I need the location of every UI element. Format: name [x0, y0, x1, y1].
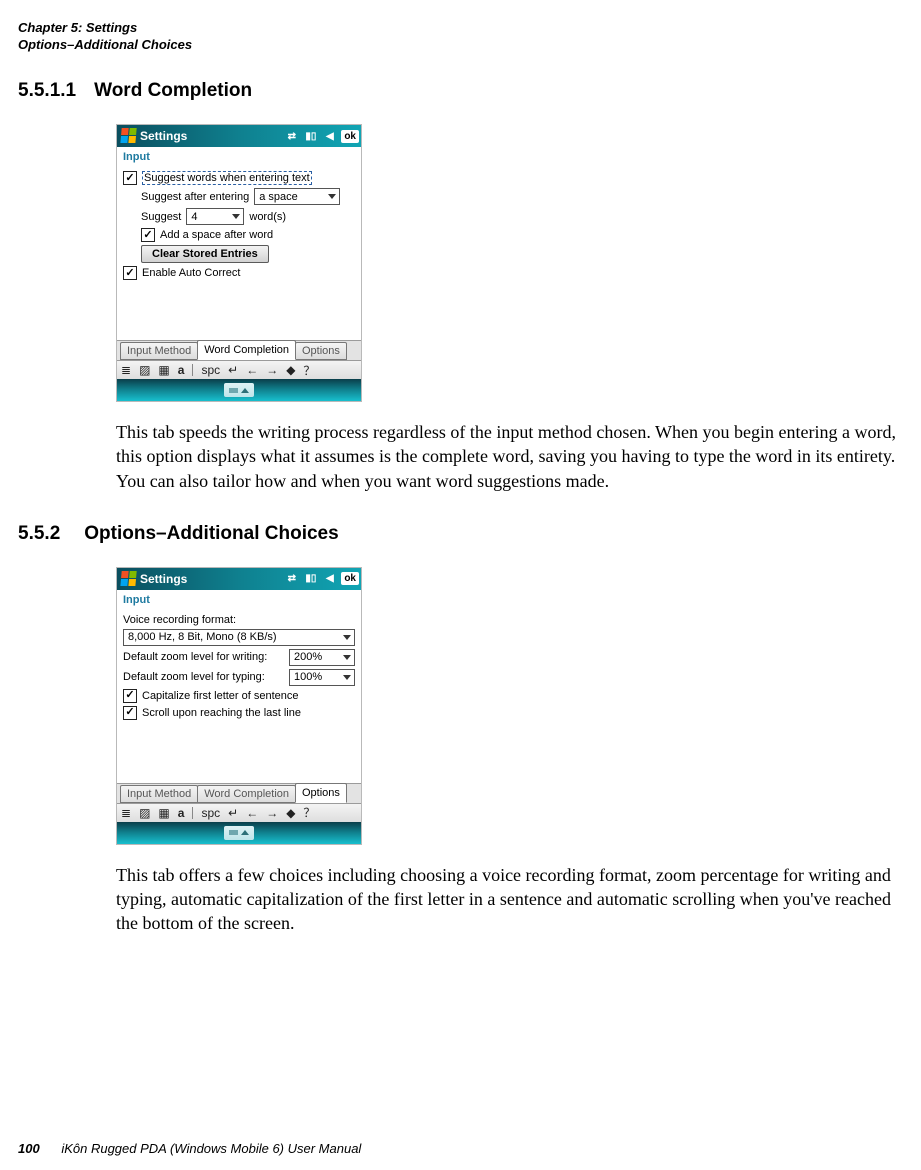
- sip-strike-icon-2[interactable]: ▨: [139, 806, 150, 820]
- page-number: 100: [18, 1141, 40, 1156]
- wm-title: Settings: [140, 129, 279, 143]
- tab-input-method-2[interactable]: Input Method: [120, 785, 198, 803]
- add-space-label: Add a space after word: [160, 229, 273, 241]
- tab-bar-2: Input Method Word Completion Options: [117, 783, 361, 803]
- sip-bar: ≣ ▨ ▦ a spc ↵ ← → ◆ ？: [117, 360, 361, 379]
- sip-bar-2: ≣ ▨ ▦ a spc ↵ ← → ◆ ？: [117, 803, 361, 822]
- sip-left-key[interactable]: ←: [246, 363, 258, 377]
- sip-separator: [192, 364, 193, 376]
- heading-word-completion: 5.5.1.1 Word Completion: [18, 80, 903, 102]
- section-1-body: This tab speeds the writing process rega…: [116, 420, 903, 493]
- sip-space-key[interactable]: spc: [201, 363, 220, 377]
- panel-title: Input: [117, 147, 361, 165]
- sip-help-icon[interactable]: ？: [303, 362, 315, 379]
- ok-button[interactable]: ok: [341, 130, 359, 143]
- tab-options[interactable]: Options: [295, 342, 347, 360]
- sip-enter-key[interactable]: ↵: [228, 363, 238, 377]
- wm-appbar: [117, 379, 361, 401]
- sip-space-key-2[interactable]: spc: [201, 806, 220, 820]
- auto-correct-label: Enable Auto Correct: [142, 267, 240, 279]
- suggest-count-label: Suggest: [141, 211, 181, 223]
- connectivity-icon-2[interactable]: ⇄: [285, 572, 298, 585]
- panel-title-2: Input: [117, 590, 361, 608]
- sip-list-icon[interactable]: ≣: [121, 363, 131, 377]
- volume-icon-2[interactable]: ◀: [323, 572, 336, 585]
- start-icon-2[interactable]: [120, 571, 137, 587]
- suggest-after-label: Suggest after entering: [141, 191, 249, 203]
- wm-titlebar-2: Settings ⇄ ▮▯ ◀ ok: [117, 568, 361, 590]
- sip-right-key[interactable]: →: [266, 363, 278, 377]
- panel-content-2: Voice recording format: 8,000 Hz, 8 Bit,…: [117, 608, 361, 783]
- ok-button-2[interactable]: ok: [341, 572, 359, 585]
- typing-zoom-select[interactable]: 100%: [289, 669, 355, 686]
- sip-enter-key-2[interactable]: ↵: [228, 806, 238, 820]
- tab-options-2[interactable]: Options: [295, 783, 347, 803]
- sip-separator-2: [192, 807, 193, 819]
- signal-icon[interactable]: ▮▯: [304, 130, 317, 143]
- sip-back-key-2[interactable]: ◆: [286, 806, 295, 820]
- section-2-body: This tab offers a few choices including …: [116, 863, 903, 936]
- heading-number: 5.5.1.1: [18, 80, 76, 101]
- signal-icon-2[interactable]: ▮▯: [304, 572, 317, 585]
- sip-back-key[interactable]: ◆: [286, 363, 295, 377]
- heading-number-2: 5.5.2: [18, 523, 60, 544]
- tab-input-method[interactable]: Input Method: [120, 342, 198, 360]
- voice-format-select[interactable]: 8,000 Hz, 8 Bit, Mono (8 KB/s): [123, 629, 355, 646]
- sip-list-icon-2[interactable]: ≣: [121, 806, 131, 820]
- sip-letter-key[interactable]: a: [178, 363, 185, 377]
- screenshot-word-completion: Settings ⇄ ▮▯ ◀ ok Input Suggest words w…: [116, 124, 362, 402]
- clear-stored-entries-button[interactable]: Clear Stored Entries: [141, 245, 269, 263]
- auto-correct-checkbox[interactable]: [123, 266, 137, 280]
- tab-word-completion-2[interactable]: Word Completion: [197, 785, 296, 803]
- sip-right-key-2[interactable]: →: [266, 806, 278, 820]
- writing-zoom-label: Default zoom level for writing:: [123, 651, 267, 663]
- sip-keyboard-icon[interactable]: ▦: [158, 363, 169, 377]
- writing-zoom-select[interactable]: 200%: [289, 649, 355, 666]
- wm-titlebar: Settings ⇄ ▮▯ ◀ ok: [117, 125, 361, 147]
- add-space-checkbox[interactable]: [141, 228, 155, 242]
- heading-title: Word Completion: [94, 80, 252, 101]
- capitalize-checkbox[interactable]: [123, 689, 137, 703]
- start-icon[interactable]: [120, 128, 137, 144]
- screenshot-options: Settings ⇄ ▮▯ ◀ ok Input Voice recording…: [116, 567, 362, 845]
- heading-options-additional: 5.5.2 Options–Additional Choices: [18, 523, 903, 545]
- page-footer: 100 iKôn Rugged PDA (Windows Mobile 6) U…: [18, 1141, 361, 1156]
- tab-word-completion[interactable]: Word Completion: [197, 340, 296, 360]
- volume-icon[interactable]: ◀: [323, 130, 336, 143]
- sip-left-key-2[interactable]: ←: [246, 806, 258, 820]
- suggest-after-select[interactable]: a space: [254, 188, 340, 205]
- panel-content: Suggest words when entering text Suggest…: [117, 165, 361, 340]
- running-head-section: Options–Additional Choices: [18, 37, 903, 52]
- tab-bar: Input Method Word Completion Options: [117, 340, 361, 360]
- suggest-words-checkbox[interactable]: [123, 171, 137, 185]
- words-suffix-label: word(s): [249, 211, 286, 223]
- connectivity-icon[interactable]: ⇄: [285, 130, 298, 143]
- sip-toggle-button[interactable]: [224, 383, 254, 397]
- wm-title-2: Settings: [140, 572, 279, 586]
- suggest-words-label: Suggest words when entering text: [142, 171, 312, 185]
- typing-zoom-label: Default zoom level for typing:: [123, 671, 265, 683]
- capitalize-label: Capitalize first letter of sentence: [142, 690, 299, 702]
- scroll-label: Scroll upon reaching the last line: [142, 707, 301, 719]
- sip-help-icon-2[interactable]: ？: [303, 804, 315, 821]
- sip-letter-key-2[interactable]: a: [178, 806, 185, 820]
- manual-title: iKôn Rugged PDA (Windows Mobile 6) User …: [61, 1141, 361, 1156]
- suggest-count-select[interactable]: 4: [186, 208, 244, 225]
- sip-strike-icon[interactable]: ▨: [139, 363, 150, 377]
- scroll-checkbox[interactable]: [123, 706, 137, 720]
- heading-title-2: Options–Additional Choices: [84, 523, 338, 544]
- sip-keyboard-icon-2[interactable]: ▦: [158, 806, 169, 820]
- voice-format-label: Voice recording format:: [123, 614, 236, 626]
- wm-appbar-2: [117, 822, 361, 844]
- sip-toggle-button-2[interactable]: [224, 826, 254, 840]
- running-head-chapter: Chapter 5: Settings: [18, 20, 903, 35]
